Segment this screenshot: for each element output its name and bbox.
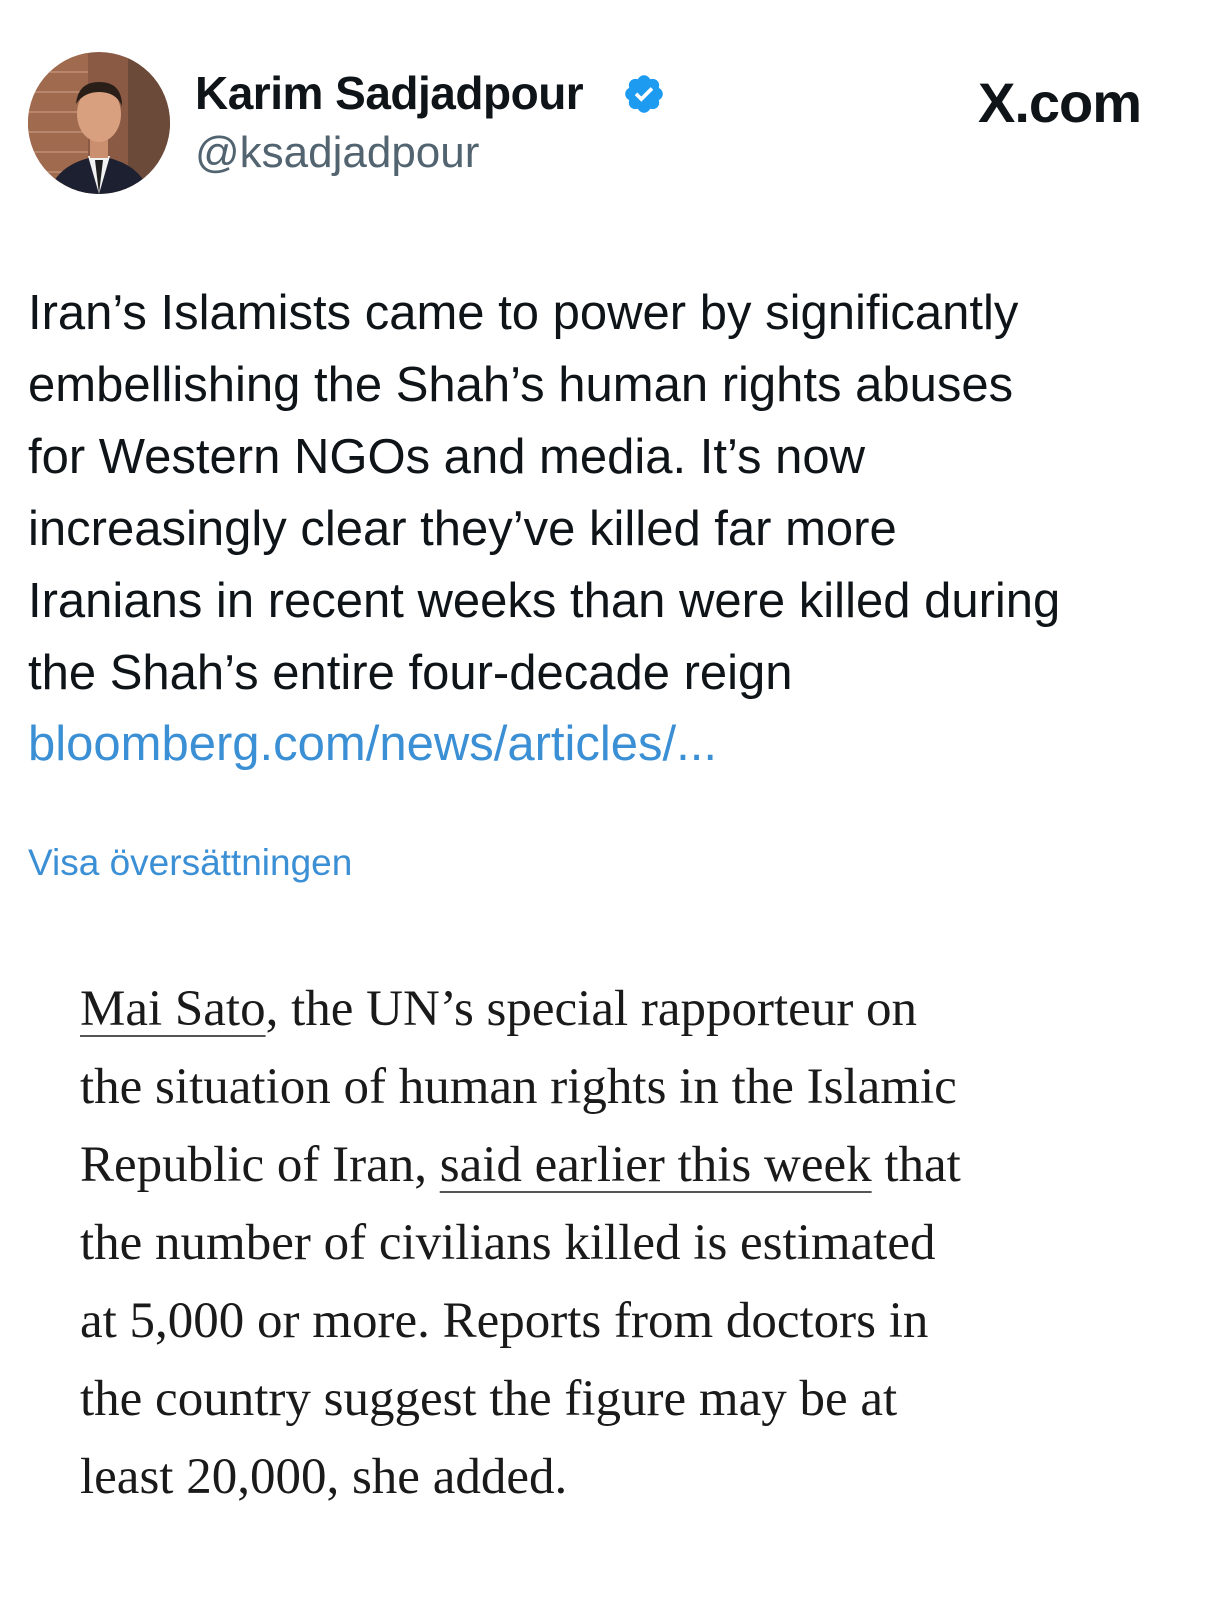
verified-badge-icon (625, 75, 663, 113)
site-label: X.com (978, 70, 1142, 135)
tweet-header: Karim Sadjadpour @ksadjadpour X.com (0, 0, 1206, 200)
quote-line: Mai Sato, the UN’s special rapporteur on (80, 970, 1160, 1048)
quoted-article-excerpt: Mai Sato, the UN’s special rapporteur on… (80, 970, 1160, 1516)
quote-line: least 20,000, she added. (80, 1449, 568, 1505)
tweet-line: embellishing the Shah’s human rights abu… (28, 358, 1014, 412)
tweet-text: Iran’s Islamists came to power by signif… (28, 277, 1188, 709)
quote-line: the number of civilians killed is estima… (80, 1215, 936, 1271)
tweet-line: Iran’s Islamists came to power by signif… (28, 286, 1019, 340)
article-link[interactable]: bloomberg.com/news/articles/... (28, 716, 717, 772)
tweet-line: the Shah’s entire four-decade reign (28, 646, 793, 700)
user-handle[interactable]: @ksadjadpour (195, 128, 479, 178)
tweet-line: Iranians in recent weeks than were kille… (28, 574, 1061, 628)
avatar[interactable] (28, 52, 170, 194)
quote-text: that (871, 1137, 961, 1193)
avatar-image (28, 52, 170, 194)
display-name[interactable]: Karim Sadjadpour (195, 66, 584, 120)
quote-text: Republic of Iran, (80, 1137, 440, 1193)
quote-text: , the UN’s special rapporteur on (265, 981, 918, 1037)
quote-line: at 5,000 or more. Reports from doctors i… (80, 1293, 929, 1349)
tweet-line: for Western NGOs and media. It’s now (28, 430, 865, 484)
quote-line: the country suggest the figure may be at (80, 1371, 898, 1427)
tweet-line: increasingly clear they’ve killed far mo… (28, 502, 897, 556)
quote-line: Republic of Iran, said earlier this week… (80, 1126, 1160, 1204)
show-translation-link[interactable]: Visa översättningen (28, 842, 352, 884)
said-earlier-link[interactable]: said earlier this week (440, 1137, 872, 1193)
mai-sato-link[interactable]: Mai Sato (80, 981, 266, 1037)
quote-line: the situation of human rights in the Isl… (80, 1059, 957, 1115)
site-text: X.com (978, 71, 1142, 134)
